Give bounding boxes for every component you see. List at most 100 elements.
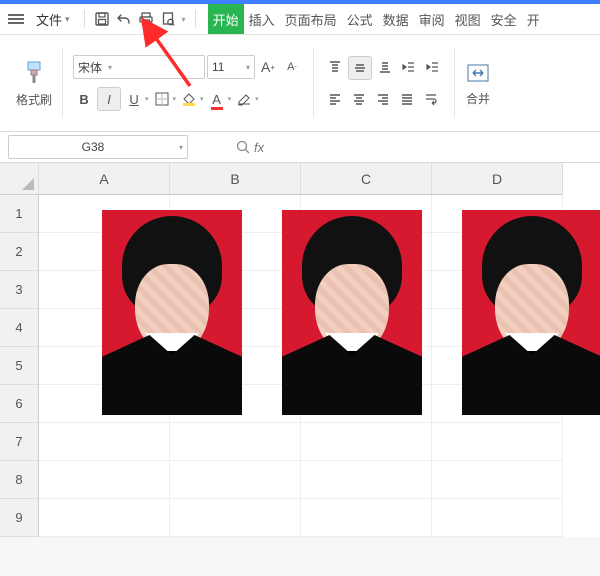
menu-icon[interactable] [8, 14, 24, 24]
format-painter-button[interactable]: 格式刷 [16, 59, 52, 108]
embedded-image[interactable] [102, 210, 242, 415]
table-row: 8 [0, 461, 600, 499]
embedded-image[interactable] [282, 210, 422, 415]
menu-bar: 文件 ▾ ▾ 开始 插入 页面布局 公式 数据 审阅 视图 安全 开 [0, 4, 600, 35]
increase-indent-button[interactable] [422, 56, 444, 78]
cell[interactable] [432, 461, 563, 499]
cell[interactable] [39, 499, 170, 537]
merge-cells-label: 合并 [466, 90, 490, 107]
cell[interactable] [39, 423, 170, 461]
row-header[interactable]: 6 [0, 385, 39, 423]
align-left-button[interactable] [324, 88, 346, 110]
row-header[interactable]: 1 [0, 195, 39, 233]
formula-bar: G38 ▾ fx [0, 132, 600, 163]
chevron-down-icon: ▾ [65, 14, 70, 25]
decrease-indent-button[interactable] [398, 56, 420, 78]
grid-body: 1 2 3 4 5 6 7 8 9 [0, 195, 600, 537]
borders-button[interactable] [151, 88, 173, 110]
decrease-font-button[interactable]: A- [281, 56, 303, 78]
fx-label-text: fx [254, 140, 264, 155]
chevron-down-icon[interactable]: ▾ [228, 95, 232, 103]
cell[interactable] [301, 423, 432, 461]
chevron-down-icon[interactable]: ▾ [255, 95, 259, 103]
cell[interactable] [301, 461, 432, 499]
file-menu[interactable]: 文件 ▾ [28, 4, 78, 34]
cell[interactable] [432, 423, 563, 461]
row-header[interactable]: 8 [0, 461, 39, 499]
file-menu-label: 文件 [36, 10, 62, 29]
spreadsheet-grid: A B C D 1 2 3 4 5 6 7 8 9 [0, 163, 600, 537]
cell[interactable] [170, 499, 301, 537]
chevron-down-icon: ▾ [179, 143, 183, 152]
row-header[interactable]: 3 [0, 271, 39, 309]
format-painter-label: 格式刷 [16, 91, 52, 108]
undo-icon[interactable] [113, 8, 135, 30]
justify-button[interactable] [396, 88, 418, 110]
chevron-down-icon[interactable]: ▾ [200, 95, 204, 103]
tab-dev-partial[interactable]: 开 [522, 4, 545, 34]
font-color-button[interactable]: A [206, 88, 228, 110]
font-size-value: 11 [212, 60, 224, 74]
separator [195, 10, 196, 28]
tab-formulas[interactable]: 公式 [342, 4, 378, 34]
quick-access-dropdown[interactable]: ▾ [182, 15, 186, 24]
align-center-button[interactable] [348, 88, 370, 110]
cell[interactable] [432, 499, 563, 537]
table-row: 7 [0, 423, 600, 461]
group-align [314, 37, 454, 129]
print-preview-icon[interactable] [157, 8, 179, 30]
formula-input[interactable] [268, 136, 600, 158]
clear-format-button[interactable] [233, 88, 255, 110]
chevron-down-icon[interactable]: ▾ [145, 95, 149, 103]
separator [84, 10, 85, 28]
tab-insert[interactable]: 插入 [244, 4, 280, 34]
group-merge: 合并 [455, 37, 501, 129]
print-icon[interactable] [135, 8, 157, 30]
embedded-image[interactable] [462, 210, 600, 415]
wrap-text-button[interactable] [420, 88, 442, 110]
tab-home[interactable]: 开始 [208, 4, 244, 34]
merge-cells-button[interactable]: 合并 [465, 60, 491, 107]
row-header[interactable]: 9 [0, 499, 39, 537]
select-all-corner[interactable] [0, 163, 39, 195]
align-bottom-button[interactable] [374, 56, 396, 78]
group-clipboard: 格式刷 [6, 37, 62, 129]
font-name-combo[interactable]: 宋体 ▾ [73, 55, 205, 79]
align-right-button[interactable] [372, 88, 394, 110]
col-header[interactable]: A [39, 163, 170, 195]
row-header[interactable]: 2 [0, 233, 39, 271]
name-box[interactable]: G38 ▾ [8, 135, 188, 159]
chevron-down-icon: ▾ [108, 63, 112, 72]
tab-page-layout[interactable]: 页面布局 [280, 4, 342, 34]
tab-view[interactable]: 视图 [450, 4, 486, 34]
tab-data[interactable]: 数据 [378, 4, 414, 34]
row-header[interactable]: 5 [0, 347, 39, 385]
fx-icon[interactable]: fx [236, 140, 264, 155]
cell[interactable] [170, 423, 301, 461]
tab-security[interactable]: 安全 [486, 4, 522, 34]
underline-button[interactable]: U [123, 88, 145, 110]
italic-button[interactable]: I [97, 87, 121, 111]
cell[interactable] [39, 461, 170, 499]
font-size-combo[interactable]: 11 ▾ [207, 55, 255, 79]
col-header[interactable]: B [170, 163, 301, 195]
save-icon[interactable] [91, 8, 113, 30]
tab-review[interactable]: 审阅 [414, 4, 450, 34]
ribbon: 格式刷 宋体▾ 11▾ A+ A- B I U▾ ▾ [0, 35, 600, 132]
chevron-down-icon: ▾ [246, 63, 250, 72]
col-header[interactable]: C [301, 163, 432, 195]
increase-font-button[interactable]: A+ [257, 56, 279, 78]
ribbon-tabs: 开始 插入 页面布局 公式 数据 审阅 视图 安全 开 [208, 4, 545, 34]
fill-color-button[interactable] [178, 88, 200, 110]
align-top-button[interactable] [324, 56, 346, 78]
chevron-down-icon[interactable]: ▾ [173, 95, 177, 103]
font-name-value: 宋体 [78, 59, 102, 76]
row-header[interactable]: 4 [0, 309, 39, 347]
cell[interactable] [301, 499, 432, 537]
col-header[interactable]: D [432, 163, 563, 195]
bold-button[interactable]: B [73, 88, 95, 110]
group-font: 宋体▾ 11▾ A+ A- B I U▾ ▾ ▾ A [63, 37, 313, 129]
row-header[interactable]: 7 [0, 423, 39, 461]
cell[interactable] [170, 461, 301, 499]
align-middle-button[interactable] [348, 56, 372, 80]
